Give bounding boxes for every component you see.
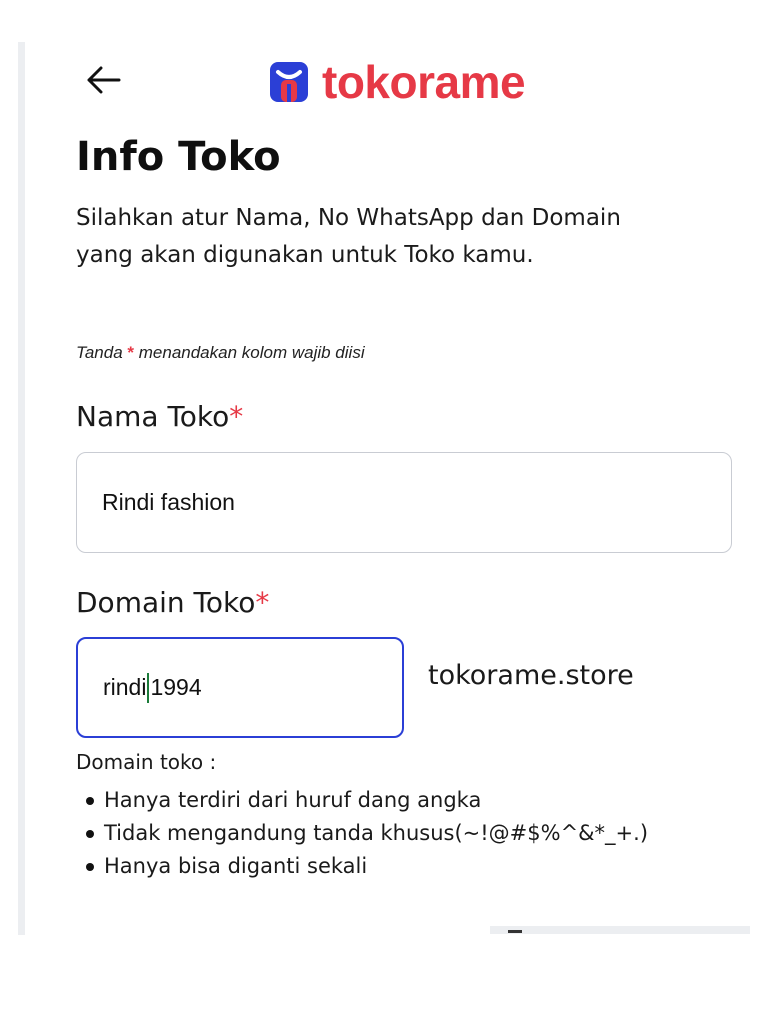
- domain-hint-item: Tidak mengandung tanda khusus(~!@#$%^&*_…: [86, 817, 648, 850]
- page-title: Info Toko: [76, 134, 281, 180]
- store-name-input[interactable]: Rindi fashion: [76, 452, 732, 553]
- domain-hint-title: Domain toko :: [76, 750, 217, 774]
- arrow-left-icon: [87, 66, 121, 94]
- domain-hint-text: Tidak mengandung tanda khusus(~!@#$%^&*_…: [104, 821, 649, 845]
- bullet-icon: [86, 796, 94, 805]
- domain-hint-item: Hanya bisa diganti sekali: [86, 850, 648, 883]
- bag-logo-icon: [270, 62, 308, 102]
- store-name-label: Nama Toko*: [76, 400, 243, 433]
- bullet-icon: [86, 829, 94, 838]
- left-edge-divider: [18, 42, 25, 935]
- domain-hint-list: Hanya terdiri dari huruf dang angka Tida…: [86, 784, 648, 883]
- store-name-value: Rindi fashion: [102, 489, 235, 515]
- store-domain-required-mark: *: [255, 586, 270, 619]
- store-domain-label-text: Domain Toko: [76, 586, 256, 619]
- required-star: *: [127, 343, 135, 362]
- bullet-icon: [86, 862, 94, 871]
- store-name-required-mark: *: [229, 400, 244, 433]
- logo-wordmark: tokorame: [322, 56, 526, 108]
- text-cursor: [147, 672, 150, 703]
- required-note-suffix: menandakan kolom wajib diisi: [138, 343, 365, 362]
- store-domain-value-before-cursor: rindi: [103, 674, 147, 700]
- store-domain-label: Domain Toko*: [76, 586, 269, 619]
- tokorame-logo: tokorame: [266, 55, 526, 109]
- domain-hint-text: Hanya terdiri dari huruf dang angka: [104, 788, 482, 812]
- domain-hint-item: Hanya terdiri dari huruf dang angka: [86, 784, 648, 817]
- store-domain-value-after-cursor: 1994: [150, 674, 202, 700]
- store-domain-input[interactable]: rindi 1994: [76, 637, 404, 738]
- domain-suffix: tokorame.store: [428, 660, 634, 691]
- required-note-prefix: Tanda: [76, 343, 123, 362]
- domain-hint-text: Hanya bisa diganti sekali: [104, 854, 368, 878]
- bottom-bar-handle: [508, 930, 522, 933]
- bottom-bar-edge: [490, 926, 750, 934]
- store-name-label-text: Nama Toko: [76, 400, 230, 433]
- page-description: Silahkan atur Nama, No WhatsApp dan Doma…: [76, 205, 621, 268]
- back-button[interactable]: [82, 60, 126, 100]
- required-fields-note: Tanda * menandakan kolom wajib diisi: [76, 343, 365, 363]
- info-toko-screen: tokorame Info Toko Silahkan atur Nama, N…: [0, 0, 768, 1024]
